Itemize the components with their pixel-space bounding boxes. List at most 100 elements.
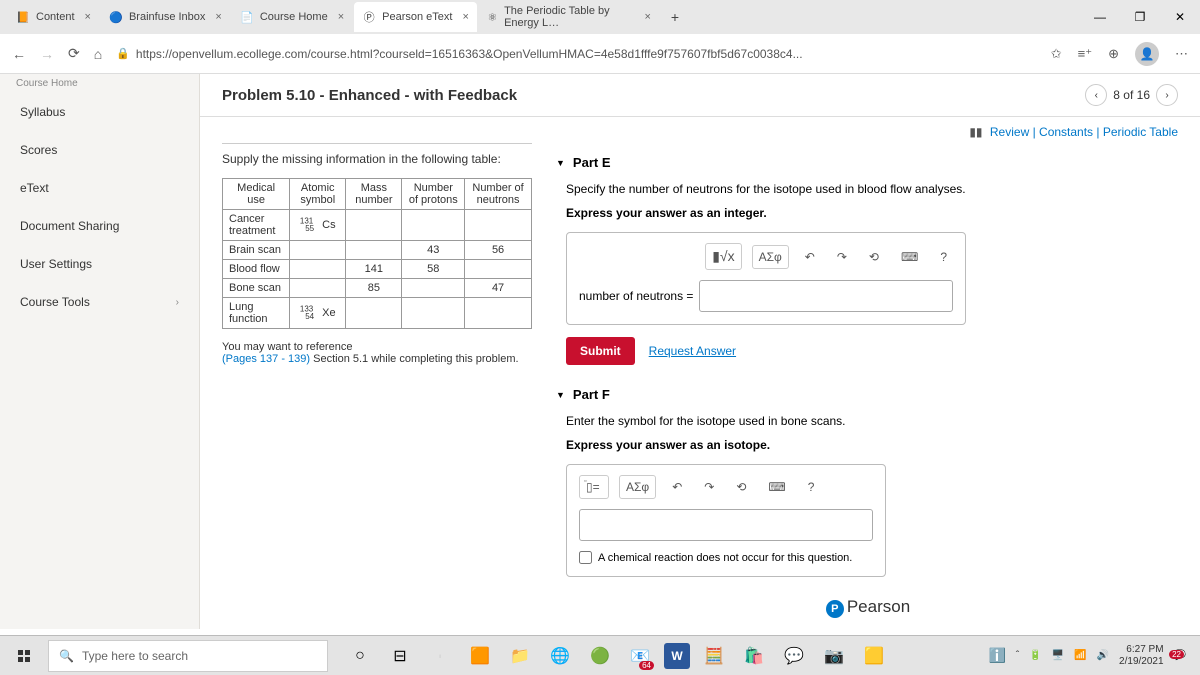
keyboard-button[interactable]: ⌨	[762, 476, 791, 498]
tab-brainfuse[interactable]: 🔵 Brainfuse Inbox ×	[101, 2, 230, 32]
notes-icon[interactable]: 🟨	[858, 640, 890, 672]
part-e-header[interactable]: ▼ Part E	[556, 149, 1180, 176]
new-tab-button[interactable]: +	[661, 9, 689, 25]
help-button[interactable]: ?	[934, 246, 953, 268]
taskbar-search[interactable]: 🔍 Type here to search	[48, 640, 328, 672]
favorite-icon[interactable]: ✩	[1051, 46, 1062, 62]
close-icon[interactable]: ×	[338, 11, 344, 23]
display-icon[interactable]: 🖥️	[1052, 650, 1064, 661]
wifi-icon[interactable]: 📶	[1074, 650, 1086, 661]
camera-icon[interactable]: 📷	[818, 640, 850, 672]
redo-button[interactable]: ↷	[698, 476, 720, 498]
sidebar-item-course-tools[interactable]: Course Tools›	[0, 283, 199, 321]
notification-icon[interactable]: 💬22	[1174, 650, 1186, 661]
extensions-icon[interactable]: ⊕	[1108, 46, 1119, 62]
submit-button[interactable]: Submit	[566, 337, 635, 365]
sidebar-item-syllabus[interactable]: Syllabus	[0, 93, 199, 131]
tab-label: Pearson eText	[382, 11, 452, 23]
close-icon[interactable]: ×	[85, 11, 91, 23]
resources-links[interactable]: Review | Constants | Periodic Table	[990, 125, 1178, 139]
calculator-icon[interactable]: 🧮	[698, 640, 730, 672]
refresh-button[interactable]: ⟳	[68, 45, 80, 62]
sidebar-item-etext[interactable]: eText	[0, 169, 199, 207]
greek-tool[interactable]: ΑΣφ	[619, 475, 656, 499]
office-icon[interactable]: 🟧	[464, 640, 496, 672]
start-button[interactable]	[6, 640, 42, 672]
pager: ‹ 8 of 16 ›	[1085, 84, 1178, 106]
address-bar: ← → ⟳ ⌂ 🔒 https://openvellum.ecollege.co…	[0, 34, 1200, 74]
bookmark-icon[interactable]: ▮▮	[969, 125, 982, 139]
search-icon: 🔍	[59, 649, 74, 663]
undo-button[interactable]: ↶	[799, 246, 821, 268]
th-neutrons: Number of neutrons	[465, 179, 532, 210]
minimize-button[interactable]: —	[1080, 2, 1120, 32]
back-button[interactable]: ←	[12, 46, 26, 62]
store-icon[interactable]: 🛍️	[738, 640, 770, 672]
isotope-tool[interactable]: ▯▫=	[579, 475, 609, 499]
prev-problem-button[interactable]: ‹	[1085, 84, 1107, 106]
tab-course-home[interactable]: 📄 Course Home ×	[232, 2, 352, 32]
explorer-icon[interactable]: 📁	[504, 640, 536, 672]
table-row: Blood flow 141 58	[223, 260, 532, 279]
th-medical: Medical use	[223, 179, 290, 210]
request-answer-link[interactable]: Request Answer	[649, 344, 736, 358]
reset-button[interactable]: ⟲	[730, 476, 752, 498]
part-e-input[interactable]	[699, 280, 953, 312]
home-button[interactable]: ⌂	[94, 46, 102, 62]
more-icon[interactable]: ⋯	[1175, 46, 1188, 62]
taskview-icon[interactable]: ⊟	[384, 640, 416, 672]
no-reaction-checkbox[interactable]	[579, 551, 592, 564]
forward-button[interactable]: →	[40, 46, 54, 62]
th-atomic: Atomic symbol	[290, 179, 346, 210]
tab-favicon: 🔵	[109, 10, 123, 24]
th-protons: Number of protons	[402, 179, 465, 210]
url-box[interactable]: 🔒 https://openvellum.ecollege.com/course…	[116, 47, 1037, 61]
fraction-tool[interactable]: ▮√x	[705, 243, 741, 270]
tab-favicon: 📄	[240, 10, 254, 24]
spotify-icon[interactable]: 🟢	[584, 640, 616, 672]
tab-content[interactable]: 📙 Content ×	[8, 2, 99, 32]
volume-icon[interactable]: 🔊	[1097, 650, 1109, 661]
part-f-header[interactable]: ▼ Part F	[556, 381, 1180, 408]
tab-label: Brainfuse Inbox	[129, 11, 205, 23]
part-title: Part E	[573, 155, 611, 170]
part-title: Part F	[573, 387, 610, 402]
reference-link[interactable]: (Pages 137 - 139)	[222, 353, 310, 365]
discord-icon[interactable]: 💬	[778, 640, 810, 672]
tab-periodic-table[interactable]: ⚛ The Periodic Table by Energy L… ×	[479, 2, 659, 32]
profile-avatar[interactable]: 👤	[1135, 42, 1159, 66]
part-f-question: Enter the symbol for the isotope used in…	[566, 414, 1180, 428]
reset-button[interactable]: ⟲	[863, 246, 885, 268]
part-f-input[interactable]	[579, 509, 873, 541]
table-row: Cancer treatment 13155Cs	[223, 210, 532, 241]
sidebar-item-doc-sharing[interactable]: Document Sharing	[0, 207, 199, 245]
edge-icon[interactable]: 🌐	[544, 640, 576, 672]
collapse-icon: ▼	[556, 390, 565, 400]
tab-pearson-etext[interactable]: Ⓟ Pearson eText ×	[354, 2, 477, 32]
sidebar-item-scores[interactable]: Scores	[0, 131, 199, 169]
maximize-button[interactable]: ❐	[1120, 2, 1160, 32]
next-problem-button[interactable]: ›	[1156, 84, 1178, 106]
greek-tool[interactable]: ΑΣφ	[752, 245, 789, 269]
resources-bar: ▮▮ Review | Constants | Periodic Table	[200, 117, 1200, 143]
collections-icon[interactable]: ≡⁺	[1078, 46, 1092, 62]
close-icon[interactable]: ×	[215, 11, 221, 23]
clock[interactable]: 6:27 PM 2/19/2021	[1119, 644, 1164, 668]
taskbar: 🔍 Type here to search ○ ⊟ | 🟧 📁 🌐 🟢 📧64 …	[0, 635, 1200, 675]
help-button[interactable]: ?	[802, 476, 821, 498]
tray-chevron-icon[interactable]: ˆ	[1016, 650, 1019, 661]
word-icon[interactable]: W	[664, 643, 690, 669]
close-window-button[interactable]: ✕	[1160, 2, 1200, 32]
cortana-icon[interactable]: ○	[344, 640, 376, 672]
battery-icon[interactable]: 🔋	[1029, 650, 1041, 661]
sidebar-item-user-settings[interactable]: User Settings	[0, 245, 199, 283]
isotope-table: Medical use Atomic symbol Mass number Nu…	[222, 178, 532, 329]
close-icon[interactable]: ×	[644, 11, 650, 23]
redo-button[interactable]: ↷	[831, 246, 853, 268]
close-icon[interactable]: ×	[462, 11, 468, 23]
undo-button[interactable]: ↶	[666, 476, 688, 498]
tab-label: Content	[36, 11, 75, 23]
keyboard-button[interactable]: ⌨	[895, 246, 924, 268]
mail-icon[interactable]: 📧64	[624, 640, 656, 672]
help-tray-icon[interactable]: ℹ️	[988, 647, 1005, 664]
